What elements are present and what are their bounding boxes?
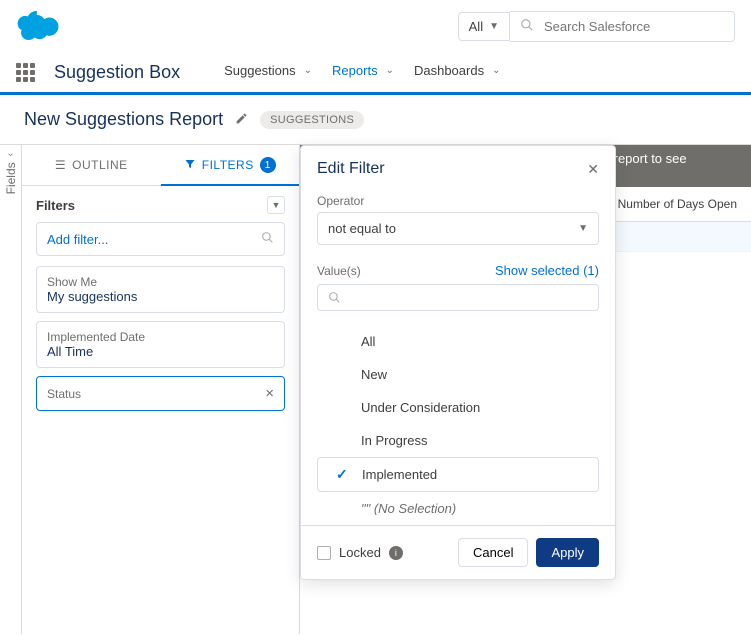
nav-tab-reports[interactable]: Reports⌄ <box>326 53 400 92</box>
remove-filter-icon[interactable]: × <box>265 385 274 402</box>
operator-label: Operator <box>317 194 599 208</box>
chevron-down-icon: ▼ <box>489 21 499 32</box>
values-search-input[interactable] <box>317 284 599 311</box>
filters-heading: Filters <box>36 198 75 213</box>
global-search[interactable] <box>510 11 735 42</box>
chevron-down-icon[interactable]: ⌄ <box>304 65 312 76</box>
locked-label: Locked <box>339 545 381 560</box>
info-icon[interactable]: i <box>389 546 403 560</box>
filter-icon <box>184 158 196 173</box>
page-title: New Suggestions Report <box>24 109 223 130</box>
search-icon <box>520 18 534 35</box>
chevron-down-icon[interactable]: ⌄ <box>492 65 500 76</box>
apply-button[interactable]: Apply <box>536 538 599 567</box>
salesforce-logo <box>16 8 66 45</box>
value-option[interactable]: Under Consideration <box>317 391 599 424</box>
operator-select[interactable]: not equal to ▼ <box>317 212 599 245</box>
values-label: Value(s) <box>317 264 361 278</box>
app-launcher-icon[interactable] <box>16 63 36 83</box>
popover-title: Edit Filter <box>317 160 385 178</box>
search-icon <box>261 231 274 247</box>
value-option[interactable]: Implemented <box>317 457 599 492</box>
chevron-icon: › <box>5 153 16 156</box>
show-selected-link[interactable]: Show selected (1) <box>495 263 599 278</box>
tab-filters[interactable]: FILTERS 1 <box>161 145 300 185</box>
search-scope-label: All <box>469 19 483 34</box>
cancel-button[interactable]: Cancel <box>458 538 528 567</box>
chevron-down-icon[interactable]: ⌄ <box>386 65 394 76</box>
nav-tab-suggestions[interactable]: Suggestions⌄ <box>218 53 318 92</box>
fields-rail[interactable]: Fields › <box>0 145 22 634</box>
close-icon[interactable]: ✕ <box>587 161 599 178</box>
locked-checkbox[interactable] <box>317 546 331 560</box>
filters-count-badge: 1 <box>260 157 276 173</box>
app-name: Suggestion Box <box>54 62 180 83</box>
search-input[interactable] <box>544 19 724 34</box>
filter-card-status[interactable]: Status × <box>36 376 285 411</box>
outline-icon: ☰ <box>55 158 66 172</box>
search-scope-dropdown[interactable]: All ▼ <box>458 12 510 41</box>
fields-rail-label: Fields <box>4 162 18 194</box>
value-option[interactable]: All <box>317 325 599 358</box>
object-pill: SUGGESTIONS <box>260 111 364 129</box>
search-icon <box>328 291 341 304</box>
nav-tab-dashboards[interactable]: Dashboards⌄ <box>408 53 507 92</box>
edit-filter-popover: Edit Filter ✕ Operator not equal to ▼ Va… <box>300 145 616 580</box>
chevron-down-icon: ▼ <box>578 223 588 234</box>
edit-title-icon[interactable] <box>235 112 248 128</box>
add-filter-input[interactable]: Add filter... <box>36 222 285 256</box>
value-option[interactable]: In Progress <box>317 424 599 457</box>
filter-card-show-me[interactable]: Show Me My suggestions <box>36 266 285 313</box>
value-option[interactable]: New <box>317 358 599 391</box>
value-option[interactable]: "" (No Selection) <box>317 492 599 515</box>
tab-outline[interactable]: ☰ OUTLINE <box>22 145 161 185</box>
filter-card-implemented-date[interactable]: Implemented Date All Time <box>36 321 285 368</box>
filters-menu-button[interactable]: ▼ <box>267 196 285 214</box>
